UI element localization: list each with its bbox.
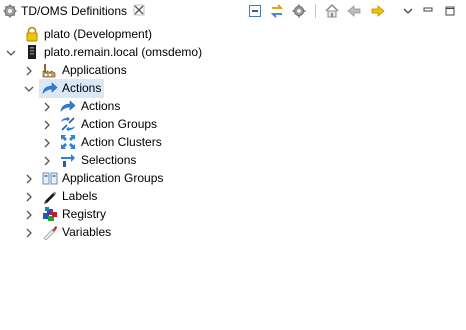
toolbar-separator — [315, 4, 316, 18]
maximize-icon[interactable] — [441, 2, 459, 20]
tree-item-label: Application Groups — [62, 171, 164, 185]
tree-item-variables[interactable]: Variables — [0, 223, 466, 241]
chevron-right-icon[interactable] — [24, 65, 34, 76]
application-groups-icon — [42, 170, 58, 186]
tree-item-actions-folder[interactable]: Actions — [0, 79, 466, 98]
chevron-right-icon[interactable] — [24, 173, 34, 184]
home-icon[interactable] — [323, 2, 341, 20]
tree-item-label: Action Clusters — [81, 135, 162, 149]
link-with-editor-icon[interactable] — [268, 2, 286, 20]
action-groups-icon — [60, 116, 76, 132]
chevron-right-icon[interactable] — [42, 155, 52, 166]
tree-item-label: Applications — [62, 63, 127, 77]
chevron-right-icon[interactable] — [24, 191, 34, 202]
registry-icon — [42, 206, 58, 222]
tree-item-applications[interactable]: Applications — [0, 61, 466, 79]
tree-item-label: plato.remain.local (omsdemo) — [44, 45, 203, 59]
tree-item-application-groups[interactable]: Application Groups — [0, 169, 466, 187]
action-arrow-icon — [60, 98, 76, 114]
variables-icon — [42, 224, 58, 241]
view-tab-bar: TD/OMS Definitions — [0, 0, 466, 23]
tree-item-selections[interactable]: Selections — [0, 151, 466, 169]
tab-title: TD/OMS Definitions — [21, 4, 128, 18]
back-arrow-icon[interactable] — [345, 2, 363, 20]
gear-icon — [3, 4, 17, 18]
tree-item-label: Actions — [81, 99, 121, 113]
tree-item-plato-development[interactable]: plato (Development) — [0, 25, 466, 43]
tree-item-label: Action Groups — [81, 117, 158, 131]
chevron-down-icon[interactable] — [6, 47, 16, 57]
tab-td-oms-definitions[interactable]: TD/OMS Definitions — [0, 0, 148, 22]
chevron-right-icon[interactable] — [42, 101, 52, 112]
tree-item-action-clusters[interactable]: Action Clusters — [0, 133, 466, 151]
tree-item-action-groups[interactable]: Action Groups — [0, 115, 466, 133]
tree-item-actions[interactable]: Actions — [0, 97, 466, 115]
chevron-right-icon[interactable] — [24, 227, 34, 238]
action-clusters-icon — [60, 134, 76, 150]
chevron-right-icon[interactable] — [42, 137, 52, 148]
view-menu-icon[interactable] — [399, 2, 417, 20]
minimize-icon[interactable] — [419, 2, 437, 20]
tree-item-labels[interactable]: Labels — [0, 187, 466, 205]
chevron-down-icon[interactable] — [24, 83, 34, 93]
lock-icon — [24, 26, 40, 42]
label-pen-icon — [42, 188, 58, 204]
server-icon — [24, 44, 40, 60]
tree-item-label: Selections — [81, 153, 137, 167]
action-arrow-icon — [42, 80, 58, 96]
chevron-right-icon[interactable] — [24, 209, 34, 220]
tree-item-label: Actions — [62, 81, 102, 95]
tree-item-registry[interactable]: Registry — [0, 205, 466, 223]
collapse-all-icon[interactable] — [246, 2, 264, 20]
close-icon[interactable] — [133, 4, 145, 16]
factory-icon — [42, 62, 58, 78]
tree-item-label: Labels — [62, 189, 98, 203]
chevron-right-icon[interactable] — [42, 119, 52, 130]
tree-item-server[interactable]: plato.remain.local (omsdemo) — [0, 43, 466, 61]
tree-item-label: plato (Development) — [44, 27, 153, 41]
tree-item-label: Variables — [62, 225, 112, 239]
selections-icon — [60, 152, 76, 168]
settings-gear-icon[interactable] — [290, 2, 308, 20]
forward-arrow-icon[interactable] — [369, 2, 387, 20]
tree-item-label: Registry — [62, 207, 107, 221]
